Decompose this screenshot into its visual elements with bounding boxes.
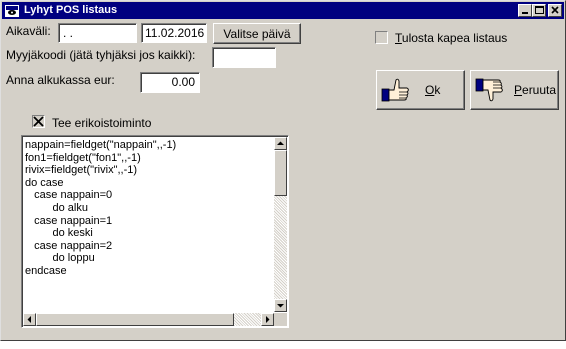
scroll-down-button[interactable] <box>274 299 287 312</box>
seller-code-input[interactable] <box>212 47 276 68</box>
memo-line: endcase <box>25 264 67 277</box>
scroll-right-button[interactable] <box>261 313 274 326</box>
choose-date-button[interactable]: Valitse päivä <box>213 23 301 44</box>
memo-line: do loppu <box>25 252 95 265</box>
scroll-up-button[interactable] <box>274 137 287 150</box>
arrow-left-icon <box>27 316 31 323</box>
seller-code-label: Myyjäkoodi (jätä tyhjäksi jos kaikki): <box>6 48 196 62</box>
arrow-down-icon <box>277 304 284 308</box>
horizontal-scrollbar[interactable] <box>23 313 274 326</box>
horizontal-scroll-thumb[interactable] <box>36 313 234 326</box>
cancel-button[interactable]: Peruuta <box>470 70 559 110</box>
maximize-button[interactable] <box>532 4 546 17</box>
opening-cash-input[interactable]: 0.00 <box>140 72 200 93</box>
close-icon <box>551 6 559 14</box>
memo-line: case nappain=1 <box>25 214 113 227</box>
memo-line: do keski <box>25 227 93 240</box>
memo-line: nappain=fieldget("nappain",,-1) <box>25 139 177 151</box>
maximize-icon <box>535 6 544 14</box>
special-function-label: Tee erikoistoiminto <box>52 116 152 130</box>
scrollbar-corner <box>274 313 287 326</box>
script-memo[interactable]: nappain=fieldget("nappain",,-1) fon1=fiel… <box>21 135 289 328</box>
arrow-right-icon <box>266 316 270 323</box>
memo-line: rivix=fieldget("rivix",,-1) <box>25 164 138 177</box>
app-icon <box>5 4 19 17</box>
cancel-accel: P <box>514 83 523 97</box>
arrow-up-icon <box>277 141 284 145</box>
memo-line: do case <box>25 176 64 189</box>
title-bar[interactable]: Lyhyt POS listaus <box>2 2 564 19</box>
period-label: Aikaväli: <box>6 24 51 38</box>
vertical-scroll-thumb[interactable] <box>274 150 287 196</box>
checkmark-x-icon <box>33 116 44 127</box>
window-title: Lyhyt POS listaus <box>24 4 118 16</box>
memo-line: case nappain=0 <box>25 189 113 202</box>
minimize-button[interactable] <box>518 4 532 17</box>
date-to-input[interactable]: 11.02.2016 <box>141 23 207 43</box>
cancel-label: Peruuta <box>514 83 556 97</box>
narrow-print-text: ulosta kapea listaus <box>401 31 508 45</box>
minimize-icon <box>522 12 528 14</box>
memo-line: do alku <box>25 201 88 214</box>
dialog-window: Lyhyt POS listaus Aikaväli: . . 11.02.20… <box>0 0 566 341</box>
memo-line: fon1=fieldget("fon1",,-1) <box>25 151 141 164</box>
ok-accel: O <box>425 83 435 97</box>
cancel-label-rest: eruuta <box>522 83 557 97</box>
ok-label-rest: k <box>434 83 441 97</box>
special-function-checkbox[interactable] <box>32 115 45 128</box>
opening-cash-label: Anna alkukassa eur: <box>6 73 115 87</box>
ok-button[interactable]: Ok <box>376 70 465 110</box>
narrow-print-label[interactable]: Tulosta kapea listaus <box>395 31 507 45</box>
ok-label: Ok <box>425 83 440 97</box>
thumbs-down-hand-icon <box>475 78 503 102</box>
date-from-input[interactable]: . . <box>58 23 137 43</box>
narrow-print-accel: T <box>395 31 402 45</box>
vertical-scrollbar[interactable] <box>274 137 287 312</box>
memo-line: case nappain=2 <box>25 239 113 252</box>
memo-text[interactable]: nappain=fieldget("nappain",,-1) fon1=fiel… <box>25 139 176 278</box>
scroll-left-button[interactable] <box>23 313 36 326</box>
close-button[interactable] <box>548 4 562 17</box>
narrow-print-checkbox[interactable] <box>375 31 388 44</box>
thumbs-up-hand-icon <box>381 78 409 102</box>
